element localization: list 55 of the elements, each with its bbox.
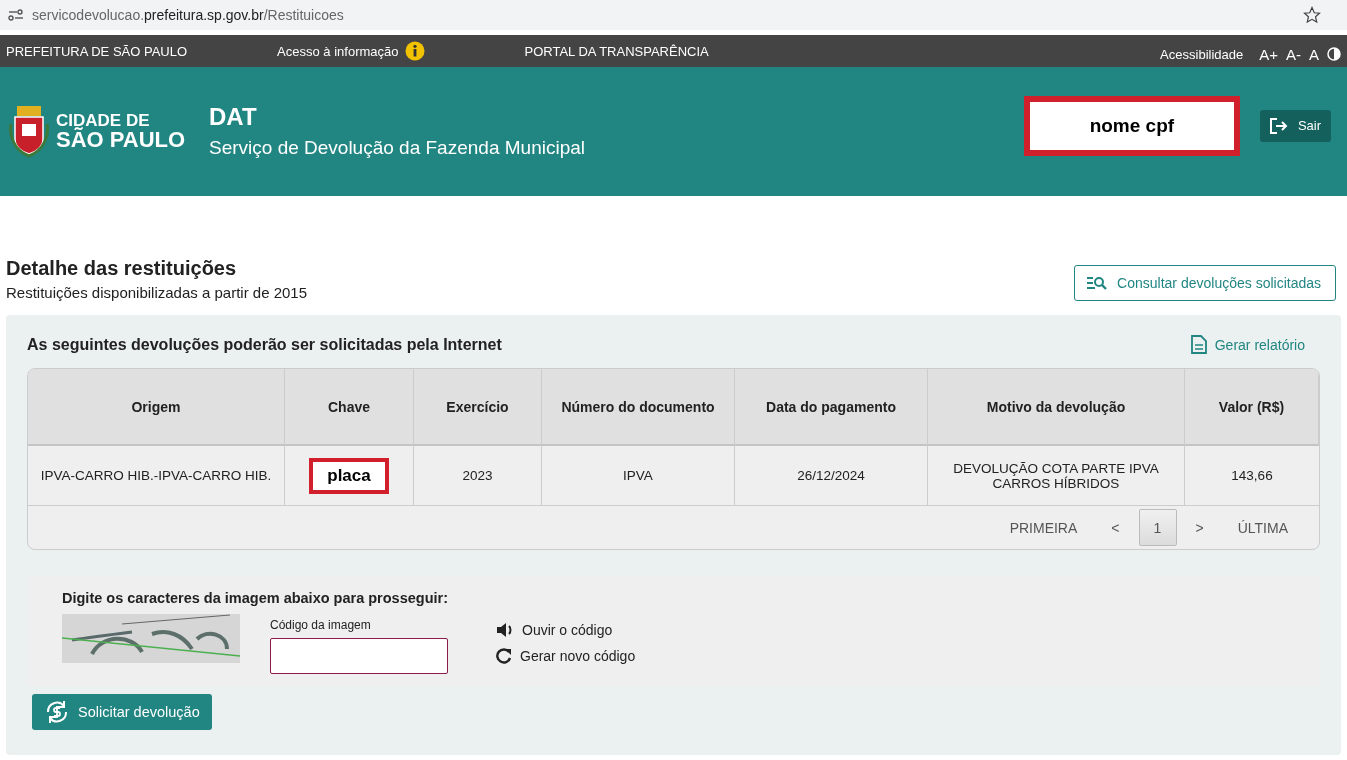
star-icon bbox=[1303, 6, 1321, 24]
consult-button[interactable]: Consultar devoluções solicitadas bbox=[1074, 265, 1336, 301]
font-size-control[interactable]: A- bbox=[1282, 45, 1305, 63]
logo-text: CIDADE DE bbox=[56, 112, 151, 129]
top-link[interactable]: PORTAL DA TRANSPARÊNCIA bbox=[524, 43, 709, 59]
font-size-control[interactable]: A+ bbox=[1255, 45, 1282, 63]
key-annotation: placa bbox=[309, 457, 389, 494]
column-header: Origem bbox=[28, 369, 285, 446]
column-header: Motivo da devolução bbox=[928, 369, 1185, 446]
page-button[interactable]: > bbox=[1180, 509, 1219, 546]
table-cell: IPVA bbox=[542, 446, 735, 506]
table-cell: IPVA-CARRO HIB.-IPVA-CARRO HIB. bbox=[28, 446, 285, 506]
refresh-icon bbox=[496, 648, 512, 664]
page-button[interactable]: < bbox=[1096, 509, 1135, 546]
column-header: Valor (R$) bbox=[1185, 369, 1319, 446]
page-title: Detalhe das restituições bbox=[6, 257, 238, 280]
user-name: nome cpf bbox=[1023, 95, 1240, 156]
listen-link[interactable]: Ouvir o código bbox=[496, 622, 636, 638]
column-header: Data do pagamento bbox=[735, 369, 928, 446]
report-link[interactable]: Gerar relatório bbox=[1190, 335, 1305, 354]
money-exchange-icon bbox=[44, 699, 70, 725]
coat-of-arms-icon bbox=[8, 103, 50, 160]
logout-icon bbox=[1269, 117, 1288, 134]
app-title: DAT bbox=[209, 102, 258, 131]
logout-button[interactable]: Sair bbox=[1259, 109, 1331, 142]
field-label: Código da imagem bbox=[270, 618, 372, 632]
url-text: servicodevolucao.prefeitura.sp.gov.br/Restituicoes bbox=[32, 7, 345, 23]
speaker-icon bbox=[496, 622, 514, 638]
page-button[interactable]: PRIMEIRA bbox=[994, 509, 1093, 546]
page-button[interactable]: ÚLTIMA bbox=[1222, 509, 1303, 546]
top-link[interactable]: PREFEITURA DE SÃO PAULO bbox=[6, 43, 188, 59]
column-header: Exercício bbox=[414, 369, 542, 446]
submit-button[interactable]: Solicitar devolução bbox=[32, 694, 212, 730]
app-subtitle: Serviço de Devolução da Fazenda Municipal bbox=[209, 136, 585, 159]
top-link[interactable]: Acesso à informação bbox=[277, 41, 425, 61]
column-header: Chave bbox=[285, 369, 414, 446]
captcha-instruction: Digite os caracteres da imagem abaixo para prosseguir: bbox=[62, 590, 449, 606]
accessibility-label: Acessibilidade bbox=[1160, 46, 1244, 62]
site-info-icon bbox=[8, 9, 24, 21]
captcha-input[interactable] bbox=[270, 638, 448, 674]
list-search-icon bbox=[1087, 276, 1108, 290]
font-size-control[interactable]: A bbox=[1305, 45, 1323, 63]
column-header: Número do documento bbox=[542, 369, 735, 446]
contrast-icon bbox=[1327, 47, 1341, 61]
info-icon bbox=[404, 41, 425, 61]
logo-text: SÃO PAULO bbox=[56, 129, 186, 151]
table-cell: 143,66 bbox=[1185, 446, 1319, 506]
page-button[interactable]: 1 bbox=[1138, 509, 1177, 546]
refresh-link[interactable]: Gerar novo código bbox=[496, 648, 636, 664]
panel-title: As seguintes devoluções poderão ser solicitadas pela Internet bbox=[27, 335, 502, 354]
page-subtitle: Restituições disponibilizadas a partir de 2015 bbox=[6, 284, 307, 301]
table-cell: DEVOLUÇÃO COTA PARTE IPVA CARROS HÍBRIDOS bbox=[928, 446, 1185, 506]
table-cell: 26/12/2024 bbox=[735, 446, 928, 506]
document-icon bbox=[1190, 335, 1207, 354]
table-cell: 2023 bbox=[414, 446, 542, 506]
